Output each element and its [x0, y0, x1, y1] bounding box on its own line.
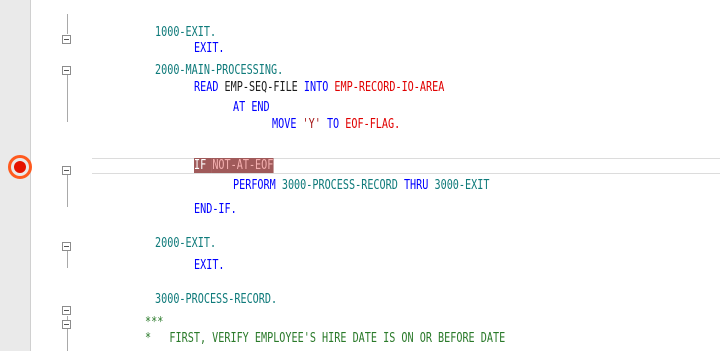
collapse-icon[interactable]: [62, 320, 71, 329]
code-token: PERFORM: [233, 178, 282, 193]
code-token: 2000-EXIT.: [155, 236, 217, 251]
code-token: 3000-EXIT: [434, 178, 490, 193]
margin-divider: [30, 0, 31, 351]
code-token: ***: [145, 315, 164, 330]
code-token: IF: [194, 158, 213, 173]
code-line: EXIT.: [194, 258, 225, 274]
code-line: PERFORM 3000-PROCESS-RECORD THRU 3000-EX…: [233, 178, 489, 194]
code-token: INTO: [303, 80, 335, 95]
collapse-icon[interactable]: [62, 35, 71, 44]
code-token: EMP-RECORD-IO-AREA: [334, 80, 445, 95]
code-token: MOVE: [272, 117, 303, 132]
collapse-icon[interactable]: [62, 166, 71, 175]
code-token: 1000-EXIT.: [155, 25, 217, 40]
comment-line: * FIRST, VERIFY EMPLOYEE'S HIRE DATE IS …: [145, 331, 505, 347]
code-line: 3000-PROCESS-RECORD.: [155, 292, 277, 308]
collapse-icon[interactable]: [62, 242, 71, 251]
code-token: EXIT.: [194, 258, 225, 273]
code-line: 2000-MAIN-PROCESSING.: [155, 63, 283, 79]
code-token: EXIT.: [194, 41, 225, 56]
fold-guide: [67, 175, 68, 207]
code-token: THRU: [403, 178, 435, 193]
code-token: AT END: [233, 100, 270, 115]
code-token: 'Y': [302, 117, 327, 132]
code-token: EOF-FLAG.: [345, 117, 401, 132]
collapse-icon[interactable]: [62, 66, 71, 75]
code-token: 3000-PROCESS-RECORD: [281, 178, 404, 193]
code-token: READ: [194, 80, 225, 95]
code-line: EXIT.: [194, 41, 225, 57]
code-token: NOT-AT-EOF: [212, 158, 274, 173]
code-token: 2000-MAIN-PROCESSING.: [155, 63, 284, 78]
code-line: 2000-EXIT.: [155, 236, 216, 252]
code-token: END-IF.: [194, 202, 237, 217]
code-line: END-IF.: [194, 202, 237, 218]
code-line: MOVE 'Y' TO EOF-FLAG.: [272, 117, 400, 133]
code-token: * FIRST, VERIFY EMPLOYEE'S HIRE DATE IS …: [145, 331, 506, 346]
code-line: IF NOT-AT-EOF: [194, 158, 274, 174]
code-line: READ EMP-SEQ-FILE INTO EMP-RECORD-IO-ARE…: [194, 80, 444, 96]
fold-guide: [67, 14, 68, 34]
code-token: TO: [326, 117, 346, 132]
code-line: AT END: [233, 100, 270, 116]
fold-guide: [67, 250, 68, 268]
code-token: EMP-SEQ-FILE: [224, 80, 304, 95]
comment-line: ***: [145, 315, 163, 331]
breakpoint-line-highlight: [92, 158, 720, 174]
code-line: 1000-EXIT.: [155, 25, 216, 41]
collapse-icon[interactable]: [62, 306, 71, 315]
code-token: 3000-PROCESS-RECORD.: [155, 292, 278, 307]
fold-guide: [67, 72, 68, 122]
breakpoint-icon[interactable]: [14, 161, 26, 173]
